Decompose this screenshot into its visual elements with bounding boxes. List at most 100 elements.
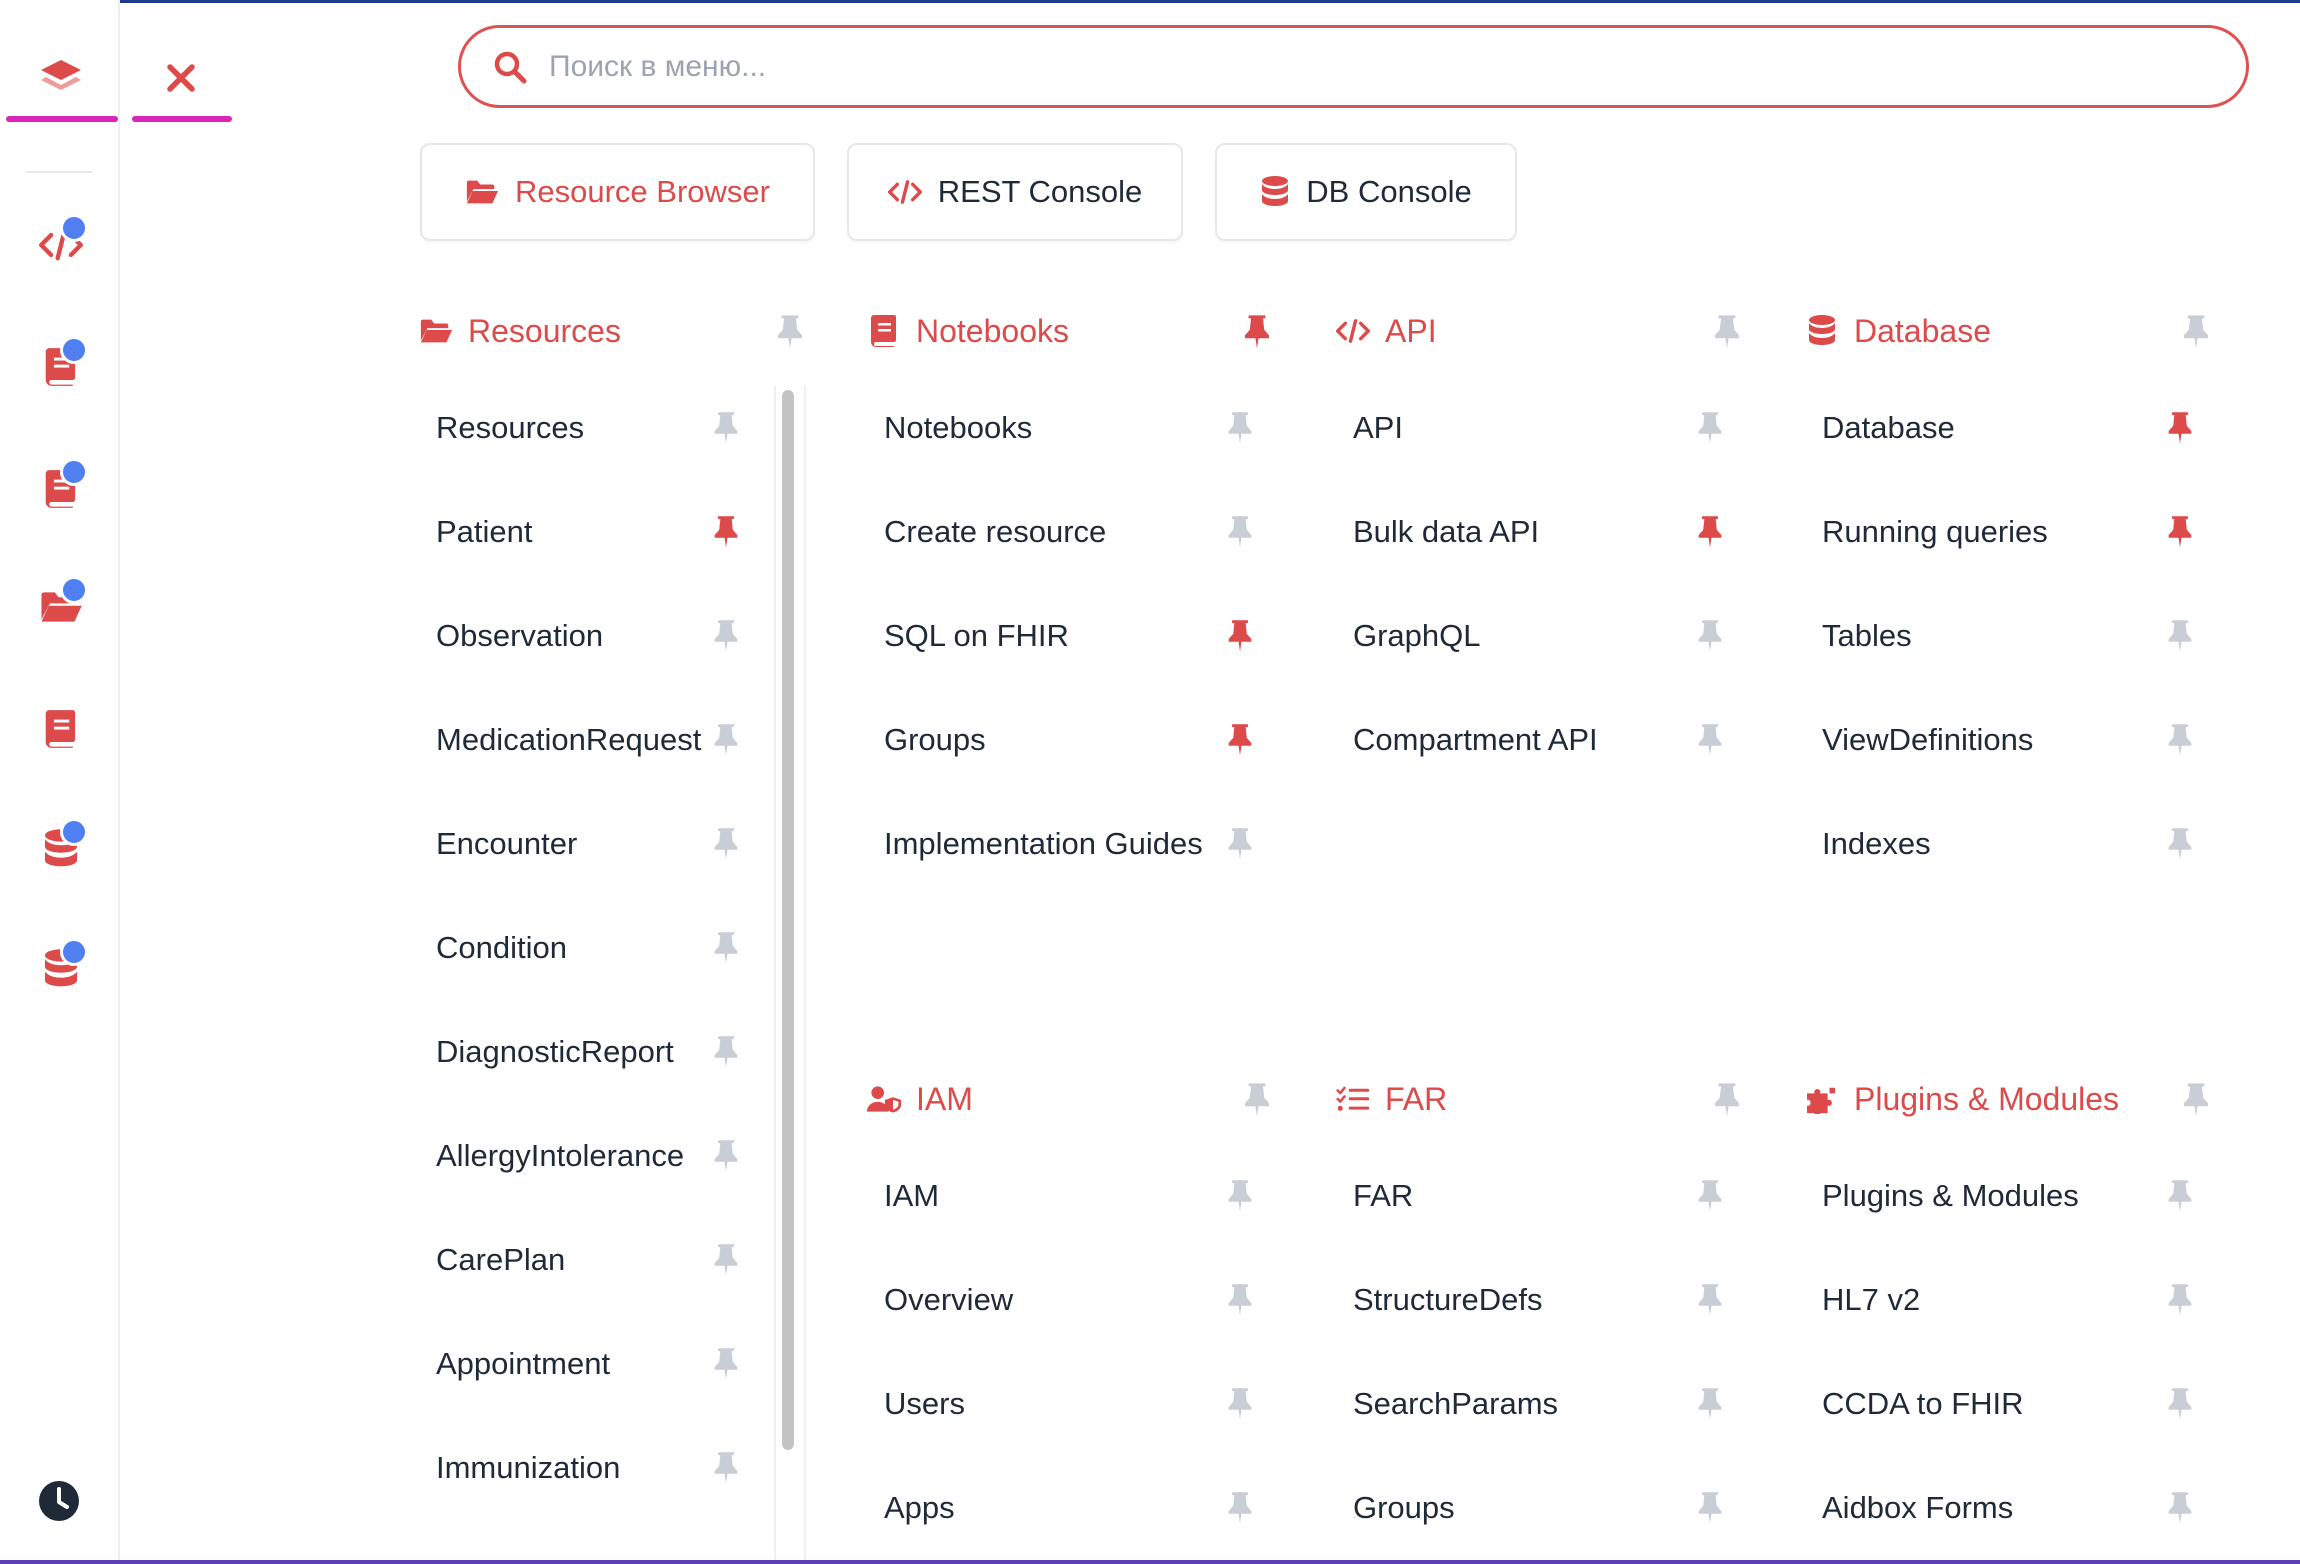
section-pin-icon[interactable]: [2181, 313, 2211, 349]
db-console-button[interactable]: DB Console: [1215, 143, 1517, 241]
menu-item[interactable]: Encounter: [436, 814, 577, 874]
menu-tab[interactable]: [6, 38, 118, 122]
menu-item[interactable]: API: [1353, 398, 1403, 458]
section-header-resources[interactable]: Resources: [418, 306, 621, 356]
resource-browser-button[interactable]: Resource Browser: [420, 143, 815, 241]
pin-icon[interactable]: [1696, 1490, 1724, 1524]
menu-item[interactable]: MedicationRequest: [436, 710, 701, 770]
pin-icon[interactable]: [1226, 1282, 1254, 1316]
menu-item[interactable]: FAR: [1353, 1166, 1413, 1226]
rail-code-icon[interactable]: [34, 214, 88, 272]
menu-item[interactable]: AllergyIntolerance: [436, 1126, 684, 1186]
rail-folder-icon[interactable]: [34, 576, 88, 634]
search-input[interactable]: [547, 48, 2151, 85]
section-pin-icon[interactable]: [775, 313, 805, 349]
menu-item[interactable]: Condition: [436, 918, 567, 978]
menu-item[interactable]: Groups: [1353, 1478, 1455, 1538]
menu-item[interactable]: StructureDefs: [1353, 1270, 1543, 1330]
menu-item[interactable]: Appointment: [436, 1334, 610, 1394]
resources-scrollbar[interactable]: [782, 390, 794, 1450]
menu-item[interactable]: DiagnosticReport: [436, 1022, 674, 1082]
rail-notebook-icon[interactable]: [34, 336, 88, 394]
pin-icon[interactable]: [2166, 1386, 2194, 1420]
menu-item[interactable]: Plugins & Modules: [1822, 1166, 2079, 1226]
pin-icon[interactable]: [712, 514, 740, 548]
menu-item[interactable]: Database: [1822, 398, 1955, 458]
rail-notebook-icon[interactable]: [34, 458, 88, 516]
pin-icon[interactable]: [1226, 618, 1254, 652]
pin-icon[interactable]: [712, 410, 740, 444]
pin-icon[interactable]: [1696, 618, 1724, 652]
section-header-notebooks[interactable]: Notebooks: [866, 306, 1069, 356]
menu-item[interactable]: Patient: [436, 502, 533, 562]
section-header-api[interactable]: API: [1335, 306, 1437, 356]
pin-icon[interactable]: [712, 1242, 740, 1276]
section-header-database[interactable]: Database: [1804, 306, 1991, 356]
pin-icon[interactable]: [1696, 514, 1724, 548]
clock-icon[interactable]: [38, 1480, 80, 1522]
rail-database-icon[interactable]: [34, 818, 88, 876]
menu-item[interactable]: SQL on FHIR: [884, 606, 1069, 666]
section-header-iam[interactable]: IAM: [866, 1074, 973, 1124]
pin-icon[interactable]: [2166, 826, 2194, 860]
menu-item[interactable]: Running queries: [1822, 502, 2048, 562]
pin-icon[interactable]: [1226, 410, 1254, 444]
pin-icon[interactable]: [2166, 618, 2194, 652]
pin-icon[interactable]: [1696, 1282, 1724, 1316]
pin-icon[interactable]: [1226, 1490, 1254, 1524]
pin-icon[interactable]: [2166, 722, 2194, 756]
menu-item[interactable]: CarePlan: [436, 1230, 565, 1290]
menu-item[interactable]: Observation: [436, 606, 603, 666]
section-header-plugins[interactable]: Plugins & Modules: [1804, 1074, 2119, 1124]
menu-item[interactable]: Tables: [1822, 606, 1912, 666]
pin-icon[interactable]: [2166, 1490, 2194, 1524]
pin-icon[interactable]: [2166, 410, 2194, 444]
menu-item[interactable]: Implementation Guides: [884, 814, 1203, 874]
section-pin-icon[interactable]: [2181, 1081, 2211, 1117]
pin-icon[interactable]: [2166, 1282, 2194, 1316]
menu-item[interactable]: Immunization: [436, 1438, 620, 1498]
pin-icon[interactable]: [1696, 410, 1724, 444]
menu-item[interactable]: Indexes: [1822, 814, 1931, 874]
pin-icon[interactable]: [1696, 1178, 1724, 1212]
close-menu-button[interactable]: [130, 38, 232, 122]
pin-icon[interactable]: [712, 1346, 740, 1380]
menu-item[interactable]: Bulk data API: [1353, 502, 1539, 562]
pin-icon[interactable]: [712, 722, 740, 756]
rail-book-icon[interactable]: [34, 702, 88, 756]
pin-icon[interactable]: [1696, 722, 1724, 756]
pin-icon[interactable]: [712, 826, 740, 860]
menu-item[interactable]: Apps: [884, 1478, 955, 1538]
section-pin-icon[interactable]: [1242, 1081, 1272, 1117]
menu-item[interactable]: Compartment API: [1353, 710, 1598, 770]
menu-item[interactable]: GraphQL: [1353, 606, 1481, 666]
menu-search[interactable]: [458, 25, 2249, 108]
menu-item[interactable]: Overview: [884, 1270, 1013, 1330]
section-header-far[interactable]: FAR: [1335, 1074, 1447, 1124]
menu-item[interactable]: Users: [884, 1374, 965, 1434]
pin-icon[interactable]: [712, 1450, 740, 1484]
menu-item[interactable]: Groups: [884, 710, 986, 770]
pin-icon[interactable]: [1226, 1386, 1254, 1420]
pin-icon[interactable]: [712, 1034, 740, 1068]
section-pin-icon[interactable]: [1712, 1081, 1742, 1117]
menu-item[interactable]: Notebooks: [884, 398, 1032, 458]
pin-icon[interactable]: [712, 1138, 740, 1172]
pin-icon[interactable]: [2166, 1178, 2194, 1212]
pin-icon[interactable]: [1226, 826, 1254, 860]
rail-database-icon[interactable]: [34, 938, 88, 996]
menu-item[interactable]: IAM: [884, 1166, 939, 1226]
rest-console-button[interactable]: REST Console: [847, 143, 1183, 241]
menu-item[interactable]: Create resource: [884, 502, 1106, 562]
pin-icon[interactable]: [1226, 722, 1254, 756]
menu-item[interactable]: Resources: [436, 398, 584, 458]
pin-icon[interactable]: [1696, 1386, 1724, 1420]
section-pin-icon[interactable]: [1712, 313, 1742, 349]
section-pin-icon[interactable]: [1242, 313, 1272, 349]
pin-icon[interactable]: [1226, 514, 1254, 548]
pin-icon[interactable]: [1226, 1178, 1254, 1212]
menu-item[interactable]: ViewDefinitions: [1822, 710, 2033, 770]
menu-item[interactable]: CCDA to FHIR: [1822, 1374, 2024, 1434]
pin-icon[interactable]: [712, 930, 740, 964]
menu-item[interactable]: HL7 v2: [1822, 1270, 1920, 1330]
